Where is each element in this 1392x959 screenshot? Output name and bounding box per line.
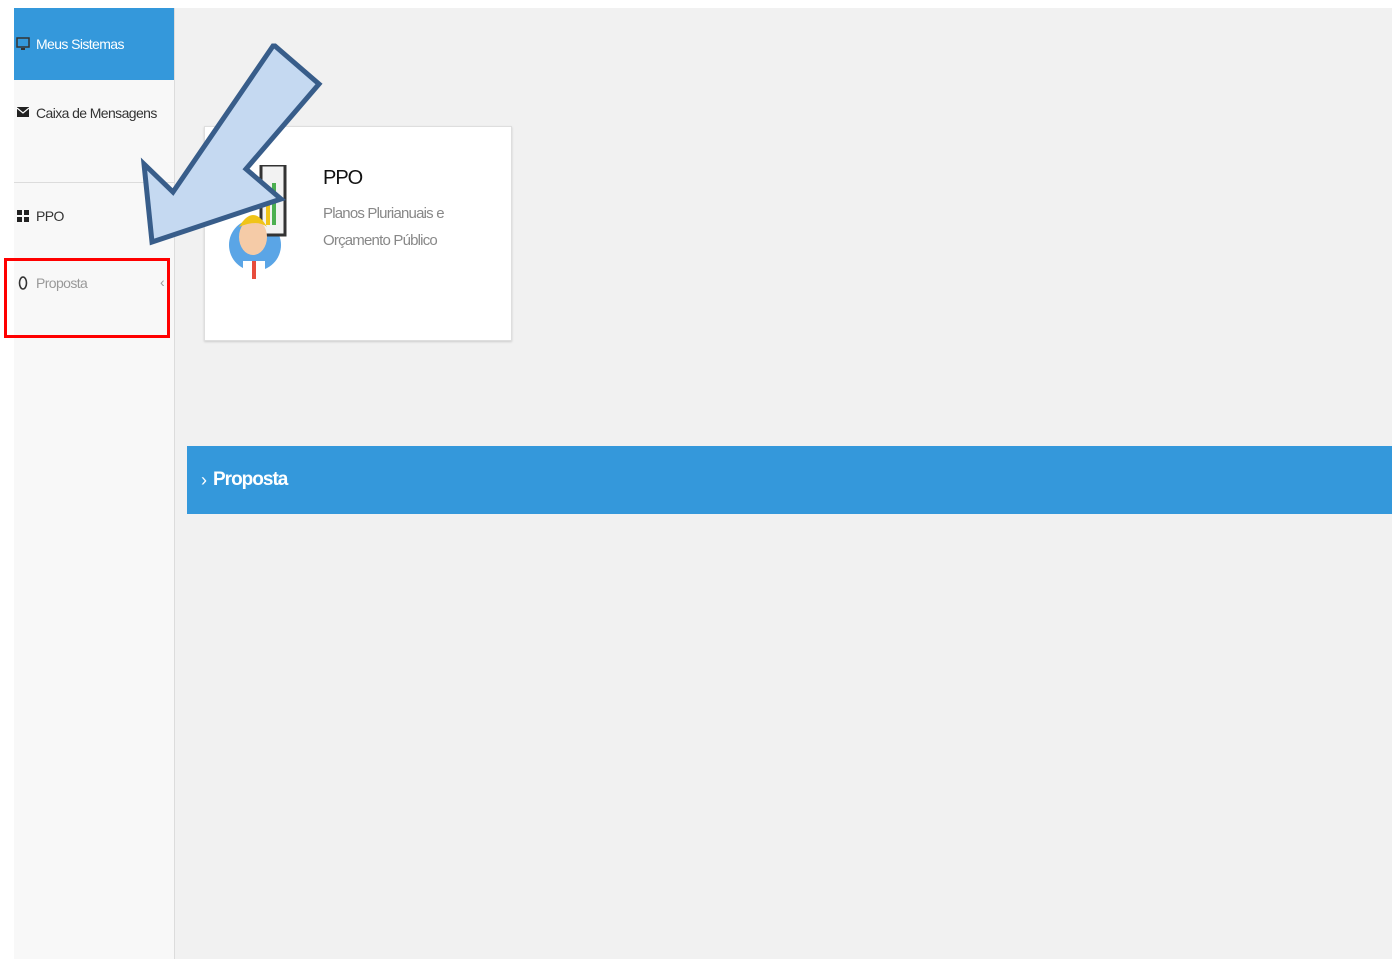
monitor-icon (16, 37, 30, 51)
top-strip (0, 0, 1392, 8)
sidebar-item-ppo[interactable]: PPO (14, 203, 174, 229)
sidebar-item-label: PPO (36, 208, 64, 224)
card-title: PPO (323, 167, 363, 189)
analyst-avatar-icon (227, 163, 289, 287)
system-card-ppo[interactable]: PPO Planos Plurianuais e Orçamento Públi… (204, 126, 512, 341)
sidebar-item-label: Caixa de Mensagens (36, 105, 157, 121)
grid-icon (16, 209, 30, 223)
section-title: Proposta (213, 469, 288, 490)
sidebar-item-label: Meus Sistemas (36, 36, 125, 52)
section-header-proposta[interactable]: › Proposta (187, 446, 1392, 514)
sidebar: Meus Sistemas Caixa de Mensagens PPO Pro… (14, 8, 175, 959)
sidebar-item-meus-sistemas[interactable]: Meus Sistemas (14, 8, 174, 80)
sidebar-item-caixa-de-mensagens[interactable]: Caixa de Mensagens (14, 93, 174, 149)
highlight-box (4, 258, 170, 338)
chevron-right-icon: › (201, 469, 207, 490)
envelope-icon (16, 105, 30, 119)
card-description: Planos Plurianuais e Orçamento Público (323, 205, 445, 249)
sidebar-divider (14, 182, 174, 183)
